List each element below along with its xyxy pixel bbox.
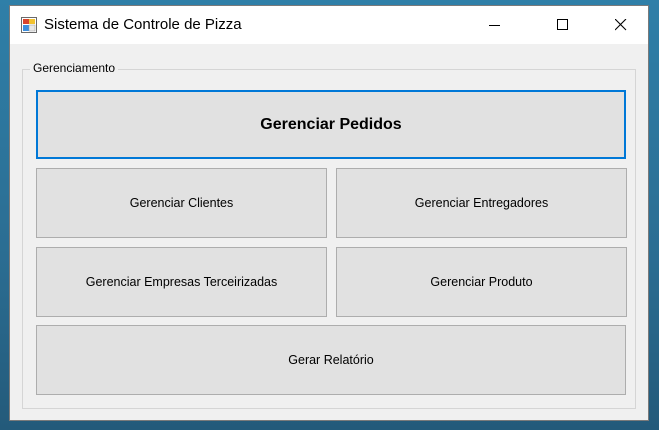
maximize-button[interactable] xyxy=(540,6,586,44)
main-window: Sistema de Controle de Pizza Gerenciamen… xyxy=(9,5,649,421)
manage-third-party-companies-button[interactable]: Gerenciar Empresas Terceirizadas xyxy=(36,247,327,317)
close-button[interactable] xyxy=(598,6,644,44)
close-icon xyxy=(615,19,627,31)
manage-couriers-button[interactable]: Gerenciar Entregadores xyxy=(336,168,627,238)
manage-product-button[interactable]: Gerenciar Produto xyxy=(336,247,627,317)
maximize-icon xyxy=(557,19,568,30)
title-bar[interactable]: Sistema de Controle de Pizza xyxy=(10,6,648,44)
minimize-button[interactable] xyxy=(472,6,518,44)
manage-orders-button[interactable]: Gerenciar Pedidos xyxy=(36,90,626,159)
generate-report-button[interactable]: Gerar Relatório xyxy=(36,325,626,395)
window-title: Sistema de Controle de Pizza xyxy=(44,16,242,33)
minimize-icon xyxy=(489,25,500,26)
manage-clients-button[interactable]: Gerenciar Clientes xyxy=(36,168,327,238)
groupbox-label: Gerenciamento xyxy=(30,61,119,75)
app-icon xyxy=(21,17,37,33)
